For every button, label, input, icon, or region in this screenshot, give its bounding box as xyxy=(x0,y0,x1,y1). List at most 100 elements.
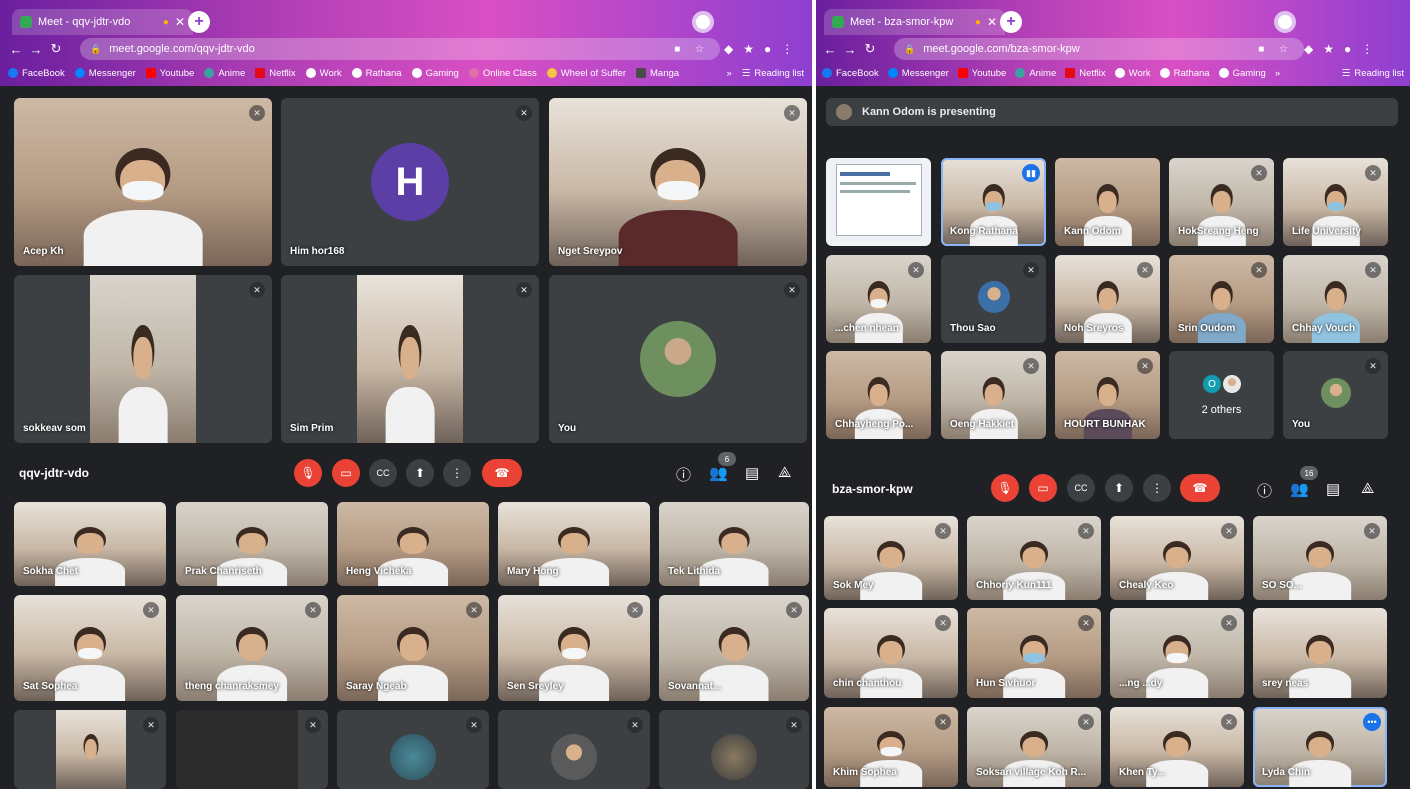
extensions-icons[interactable]: ◆★●⋮ xyxy=(724,42,803,56)
back-icon[interactable]: ← xyxy=(6,42,26,57)
participant-tile[interactable]: srey neas xyxy=(1253,608,1387,698)
reading-list[interactable]: ☰ Reading list xyxy=(742,68,804,79)
participant-tile[interactable]: Tek Lithida xyxy=(659,502,809,586)
participant-tile[interactable]: ✕ Life University xyxy=(1283,158,1388,246)
participant-tile[interactable]: ✕ Sovannat... xyxy=(659,595,809,701)
bookmark-rathana[interactable]: Rathana xyxy=(351,68,402,79)
bookmark-wheel-of-suffer[interactable]: Wheel of Suffer xyxy=(546,68,626,79)
participant-tile[interactable]: ✕ xyxy=(14,710,166,789)
bookmark-anime[interactable]: Anime xyxy=(204,68,245,79)
participant-tile[interactable]: ✕ You xyxy=(549,275,807,443)
people-icon[interactable]: 👥 xyxy=(709,464,728,482)
participant-tile[interactable]: ✕ Sim Prim xyxy=(281,275,539,443)
reload-icon[interactable]: ↻ xyxy=(860,41,880,57)
more-vert-icon[interactable]: ⋮ xyxy=(1143,474,1171,502)
bookmark-anime[interactable]: Anime xyxy=(1015,68,1056,79)
participant-tile[interactable]: ✕ Noh Sreyros xyxy=(1055,255,1160,343)
bookmark-facebook[interactable]: FaceBook xyxy=(8,68,65,79)
camera-off-icon[interactable]: ▭ xyxy=(1029,474,1057,502)
bookmarks-overflow[interactable]: » xyxy=(727,68,732,79)
participant-tile[interactable]: Kann Odom xyxy=(1055,158,1160,246)
bookmark-netflix[interactable]: Netflix xyxy=(255,68,296,79)
participant-tile[interactable]: Heng Vicheka xyxy=(337,502,489,586)
bookmark-star-icon[interactable]: ■ ☆ xyxy=(674,44,710,55)
participant-tile[interactable]: ✕ theng chanraksmey xyxy=(176,595,328,701)
participant-tile[interactable]: Sokha Chet xyxy=(14,502,166,586)
mic-off-icon[interactable]: 🎙 xyxy=(991,474,1019,502)
bookmark-online-class[interactable]: Online Class xyxy=(468,68,537,79)
people-icon[interactable]: 👥 xyxy=(1290,480,1309,498)
bookmark-rathana[interactable]: Rathana xyxy=(1159,68,1210,79)
participant-tile[interactable]: ✕ Khim Sophea xyxy=(824,707,958,787)
others-tile[interactable]: O 2 others xyxy=(1169,351,1274,439)
close-tab-icon[interactable]: ✕ xyxy=(175,15,185,29)
activities-icon[interactable]: ⟁ xyxy=(1361,480,1374,497)
more-vert-icon[interactable]: ⋮ xyxy=(443,459,471,487)
forward-icon[interactable]: → xyxy=(840,42,860,57)
participant-tile[interactable]: ✕ xyxy=(659,710,809,789)
bookmark-youtube[interactable]: Youtube xyxy=(957,68,1006,79)
participant-tile[interactable]: ✕ Thou Sao xyxy=(941,255,1046,343)
participant-tile[interactable]: ✕ Acep Kh xyxy=(14,98,272,266)
bookmark-gaming[interactable]: Gaming xyxy=(1218,68,1266,79)
audio-playing-icon[interactable]: ● xyxy=(163,17,169,28)
captions-icon[interactable]: CC xyxy=(369,459,397,487)
extensions-icons[interactable]: ◆★●⋮ xyxy=(1304,42,1383,56)
forward-icon[interactable]: → xyxy=(26,42,46,57)
participant-tile[interactable]: ✕ SO SO... xyxy=(1253,516,1387,600)
browser-tab[interactable]: Meet - bza-smor-kpw ● ✕ xyxy=(824,9,1005,35)
participant-tile[interactable]: Prak Chanriseth xyxy=(176,502,328,586)
participant-tile[interactable]: Chhayheng Po... xyxy=(826,351,931,439)
bookmark-work[interactable]: Work xyxy=(1114,68,1151,79)
participant-tile[interactable]: ✕ HOURT BUNHAK xyxy=(1055,351,1160,439)
participant-tile[interactable]: ✕ xyxy=(176,710,328,789)
address-bar[interactable]: 🔒 meet.google.com/bza-smor-kpw ■ ☆ xyxy=(894,38,1304,60)
participant-tile[interactable]: ✕ chin chanthou xyxy=(824,608,958,698)
chrome-profile-icon[interactable] xyxy=(692,11,714,33)
address-bar[interactable]: 🔒 meet.google.com/qqv-jdtr-vdo ■ ☆ xyxy=(80,38,720,60)
participant-tile[interactable]: ✕ Soksan village Koh R... xyxy=(967,707,1101,787)
bookmark-work[interactable]: Work xyxy=(305,68,342,79)
close-tab-icon[interactable]: ✕ xyxy=(987,15,997,29)
more-options-icon[interactable]: ••• xyxy=(1363,713,1381,731)
participant-tile[interactable]: ✕ You xyxy=(1283,351,1388,439)
participant-tile[interactable]: ✕ Oeng Hakkiet xyxy=(941,351,1046,439)
captions-icon[interactable]: CC xyxy=(1067,474,1095,502)
participant-tile[interactable]: ✕ Sat Sophea xyxy=(14,595,166,701)
participant-tile[interactable]: ✕ ...ng ...dy xyxy=(1110,608,1244,698)
participant-tile[interactable]: H ✕ Him hor168 xyxy=(281,98,539,266)
participant-tile[interactable]: ✕ Saray Ngeab xyxy=(337,595,489,701)
participant-tile[interactable]: ✕ Chhay Vouch xyxy=(1283,255,1388,343)
participant-tile[interactable]: ✕ Srin Oudom xyxy=(1169,255,1274,343)
chat-icon[interactable]: ▤ xyxy=(1326,480,1340,498)
browser-tab[interactable]: Meet - qqv-jdtr-vdo ● ✕ xyxy=(12,9,193,35)
info-icon[interactable]: ⓘ xyxy=(1257,480,1272,501)
bookmark-messenger[interactable]: Messenger xyxy=(887,68,949,79)
chat-icon[interactable]: ▤ xyxy=(745,464,759,482)
new-tab-button[interactable]: + xyxy=(1000,11,1022,33)
mic-off-icon[interactable]: 🎙 xyxy=(294,459,322,487)
participant-tile[interactable]: ✕ Nget Sreypov xyxy=(549,98,807,266)
presentation-tile[interactable] xyxy=(826,158,931,246)
bookmark-messenger[interactable]: Messenger xyxy=(74,68,136,79)
participant-tile[interactable]: ✕ Hun Sivhuor xyxy=(967,608,1101,698)
end-call-icon[interactable]: ☎ xyxy=(482,459,522,487)
participant-tile[interactable]: ✕ sokkeav som xyxy=(14,275,272,443)
chrome-profile-icon[interactable] xyxy=(1274,11,1296,33)
end-call-icon[interactable]: ☎ xyxy=(1180,474,1220,502)
participant-tile[interactable]: ✕ Khen Ty... xyxy=(1110,707,1244,787)
bookmarks-overflow[interactable]: » xyxy=(1275,68,1280,79)
participant-tile[interactable]: ✕ xyxy=(337,710,489,789)
bookmark-youtube[interactable]: Youtube xyxy=(145,68,194,79)
participant-tile[interactable]: ••• Lyda Chin xyxy=(1253,707,1387,787)
audio-playing-icon[interactable]: ● xyxy=(975,17,981,28)
bookmark-star-icon[interactable]: ■ ☆ xyxy=(1258,44,1294,55)
participant-tile[interactable]: ✕ Sok Mey xyxy=(824,516,958,600)
back-icon[interactable]: ← xyxy=(820,42,840,57)
present-icon[interactable]: ⬆ xyxy=(1105,474,1133,502)
bookmark-facebook[interactable]: FaceBook xyxy=(822,68,879,79)
bookmark-manga[interactable]: Manga xyxy=(636,68,679,79)
info-icon[interactable]: ⓘ xyxy=(676,464,691,485)
new-tab-button[interactable]: + xyxy=(188,11,210,33)
participant-tile[interactable]: ✕ ...chen nhean xyxy=(826,255,931,343)
